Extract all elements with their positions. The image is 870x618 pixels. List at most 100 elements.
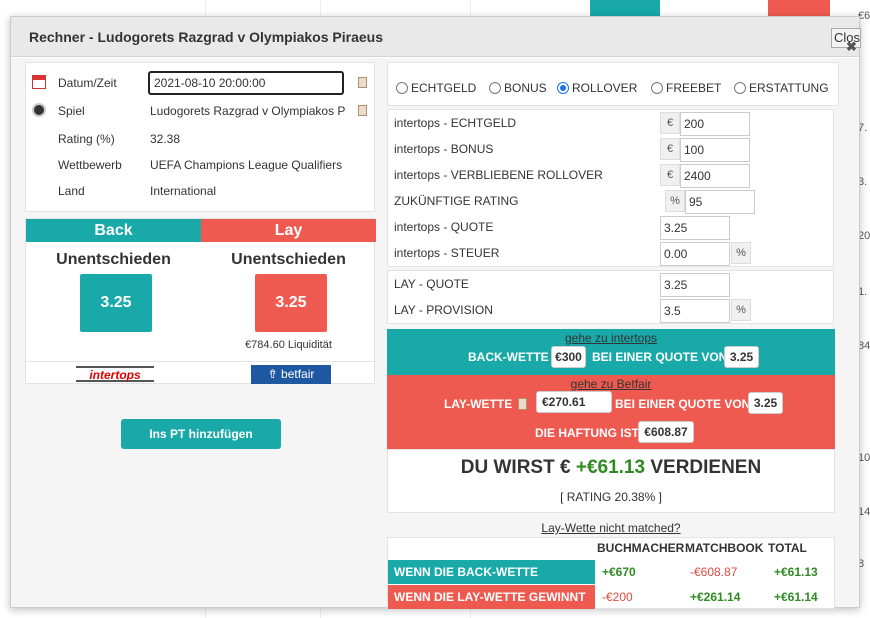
radio-label: FREEBET <box>666 81 722 95</box>
rating-row: Rating (%) 32.38 <box>26 127 374 151</box>
tax-input[interactable] <box>660 242 730 266</box>
goto-intertops-link[interactable]: gehe zu intertops <box>387 331 835 345</box>
game-row: Spiel Ludogorets Razgrad v Olympiakos Pi… <box>26 99 374 123</box>
cell-bookmaker: +€670 <box>602 565 636 579</box>
table-header: TOTAL <box>768 541 807 555</box>
radio-circle-selected[interactable] <box>557 82 569 94</box>
table-header: MATCHBOOK <box>685 541 764 555</box>
radio-circle[interactable] <box>734 82 746 94</box>
dialog-title: Rechner - Ludogorets Razgrad v Olympiako… <box>29 29 383 45</box>
radio-rollover[interactable]: ROLLOVER <box>557 81 637 95</box>
lay-quote-label: LAY - QUOTE <box>394 277 469 291</box>
quote-label: intertops - QUOTE <box>394 220 494 234</box>
lay-odds-chip[interactable]: 3.25 <box>748 392 783 414</box>
lay-stake[interactable]: €270.61 <box>536 391 612 413</box>
liability-value[interactable]: €608.87 <box>638 421 694 443</box>
close-icon[interactable]: ✖ <box>846 39 857 55</box>
tax-label: intertops - STEUER <box>394 246 500 260</box>
liability-prefix: DIE HAFTUNG IST <box>535 426 639 440</box>
lay-commission-input[interactable] <box>660 299 730 323</box>
profit-amount: +€61.13 <box>575 457 646 478</box>
back-bet-prefix: BACK-WETTE <box>468 350 549 364</box>
radio-label: ECHTGELD <box>411 81 477 95</box>
profit-prefix: DU WIRST € <box>460 457 571 478</box>
cell-bookmaker: -€200 <box>602 590 633 604</box>
radio-bonus[interactable]: BONUS <box>489 81 547 95</box>
lay-selection: Unentschieden <box>231 251 346 268</box>
quote-row: intertops - QUOTE <box>388 214 833 240</box>
bonus-label: intertops - BONUS <box>394 142 494 156</box>
bookmaker-fields: intertops - ECHTGELD € intertops - BONUS… <box>387 109 834 267</box>
bonus-input[interactable] <box>680 138 750 162</box>
soccer-ball-icon <box>32 103 46 117</box>
country-row: Land International <box>26 179 374 203</box>
radio-label: ROLLOVER <box>572 81 638 95</box>
percent-addon: % <box>665 190 685 212</box>
quote-input[interactable] <box>660 216 730 240</box>
radio-label: BONUS <box>504 81 547 95</box>
profit-suffix: VERDIENEN <box>650 457 762 478</box>
percent-addon: % <box>731 299 751 321</box>
row-label-lay-wins: WENN DIE LAY-WETTE GEWINNT <box>388 585 595 609</box>
game-label: Spiel <box>58 104 85 118</box>
future-rating-input[interactable] <box>685 190 755 214</box>
lay-fields: LAY - QUOTE LAY - PROVISION % <box>387 270 834 324</box>
back-stake[interactable]: €300 <box>551 346 586 368</box>
dialog-body: Datum/Zeit Spiel Ludogorets Razgrad v Ol… <box>11 58 859 609</box>
copy-icon[interactable] <box>518 398 527 410</box>
cell-matchbook: +€261.14 <box>690 590 741 604</box>
future-rating-label: ZUKÜNFTIGE RATING <box>394 194 519 208</box>
back-bet-middle: BEI EINER QUOTE VON <box>592 350 728 364</box>
future-rating-row: ZUKÜNFTIGE RATING % <box>388 188 833 214</box>
country-value: International <box>150 184 217 198</box>
dialog-titlebar[interactable]: Rechner - Ludogorets Razgrad v Olympiako… <box>11 17 861 57</box>
datetime-label: Datum/Zeit <box>58 76 117 90</box>
profit-summary: DU WIRST € +€61.13 VERDIENEN <box>388 457 834 479</box>
competition-value: UEFA Champions League Qualifiers <box>150 158 343 172</box>
game-value: Ludogorets Razgrad v Olympiakos Pir <box>150 104 346 118</box>
radio-circle[interactable] <box>396 82 408 94</box>
lay-bet-middle: BEI EINER QUOTE VON <box>615 397 751 411</box>
row-label-back-wins: WENN DIE BACK-WETTE GEWINNT <box>388 560 595 603</box>
copy-icon[interactable] <box>358 77 367 88</box>
background-back-column <box>590 0 660 16</box>
event-info-panel: Datum/Zeit Spiel Ludogorets Razgrad v Ol… <box>25 62 375 212</box>
outcome-table: BUCHMACHER MATCHBOOK TOTAL WENN DIE BACK… <box>387 537 835 609</box>
intertops-logo[interactable]: intertops <box>76 366 154 382</box>
real-money-row: intertops - ECHTGELD € <box>388 110 833 136</box>
betfair-logo[interactable]: ⇮ betfair <box>251 365 331 384</box>
copy-icon[interactable] <box>358 105 367 116</box>
back-odds-chip[interactable]: 3.25 <box>724 346 759 368</box>
result-rating: [ RATING 20.38% ] <box>560 490 662 504</box>
rollover-label: intertops - VERBLIEBENE ROLLOVER <box>394 168 603 182</box>
calendar-icon <box>32 75 46 89</box>
lay-quote-input[interactable] <box>660 273 730 297</box>
currency-addon: € <box>660 112 680 134</box>
table-row: WENN DIE BACK-WETTE GEWINNT +€670 -€608.… <box>388 560 834 603</box>
radio-echtgeld[interactable]: ECHTGELD <box>396 81 476 95</box>
rating-value: 32.38 <box>150 132 181 146</box>
radio-circle[interactable] <box>489 82 501 94</box>
radio-erstattung[interactable]: ERSTATTUNG <box>734 81 829 95</box>
back-selection: Unentschieden <box>56 251 171 268</box>
bonus-row: intertops - BONUS € <box>388 136 833 162</box>
lay-not-matched-link[interactable]: Lay-Wette nicht matched? <box>387 521 835 535</box>
lay-commission-row: LAY - PROVISION % <box>388 297 833 323</box>
goto-betfair-link[interactable]: gehe zu Betfair <box>387 377 835 391</box>
cell-total: +€61.13 <box>774 565 818 579</box>
radio-circle[interactable] <box>651 82 663 94</box>
add-to-pt-button[interactable]: Ins PT hinzufügen <box>121 419 281 449</box>
real-money-input[interactable] <box>680 112 750 136</box>
lay-bet-prefix: LAY-WETTE <box>444 397 513 411</box>
tax-row: intertops - STEUER % <box>388 240 833 266</box>
radio-freebet[interactable]: FREEBET <box>651 81 721 95</box>
table-header: BUCHMACHER <box>597 541 685 555</box>
datetime-input[interactable] <box>148 71 344 95</box>
back-odds[interactable]: 3.25 <box>80 274 152 332</box>
competition-label: Wettbewerb <box>58 158 122 172</box>
radio-label: ERSTATTUNG <box>749 81 829 95</box>
lay-odds[interactable]: 3.25 <box>255 274 327 332</box>
rollover-input[interactable] <box>680 164 750 188</box>
percent-addon: % <box>731 242 751 264</box>
country-label: Land <box>58 184 85 198</box>
